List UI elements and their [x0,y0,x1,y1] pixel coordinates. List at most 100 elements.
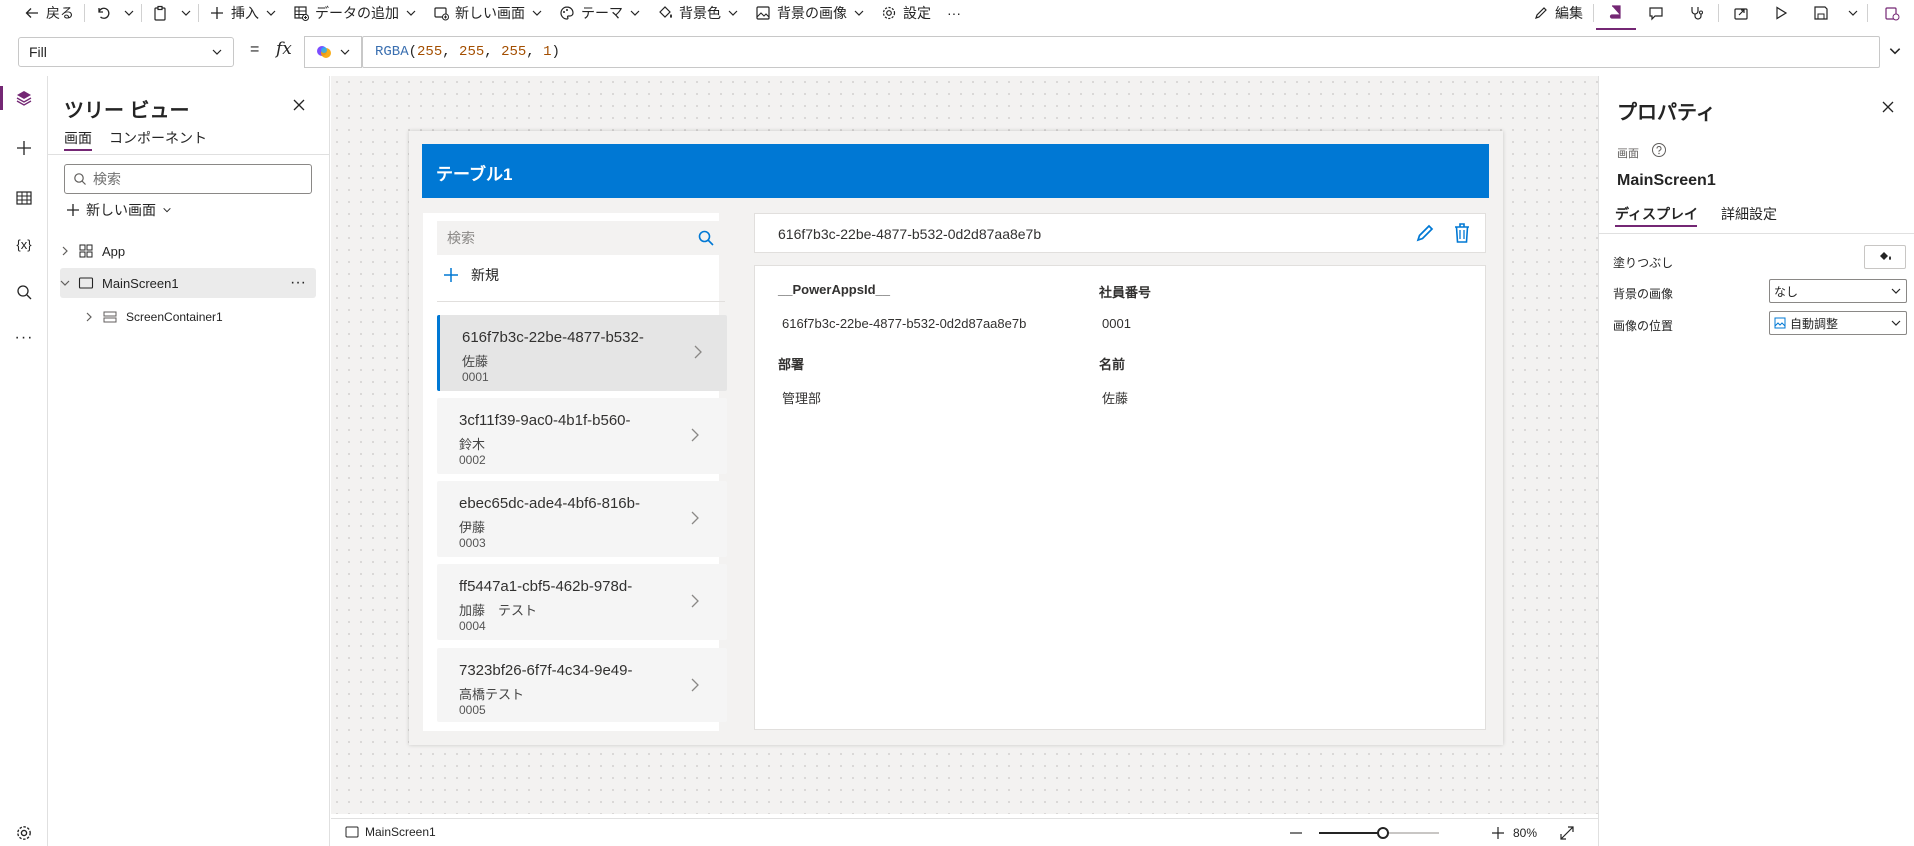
properties-panel: プロパティ 画面 MainScreen1 ディスプレイ 詳細設定 塗りつぶし 背… [1598,76,1914,846]
list-item-name: 高橋テスト [459,687,525,702]
search-icon[interactable] [12,280,36,304]
zoom-out-icon[interactable] [1289,826,1303,840]
zoom-slider-thumb[interactable] [1377,827,1389,839]
undo-button[interactable] [87,0,119,26]
fit-to-window-icon[interactable] [1559,825,1575,841]
field-value: 616f7b3c-22be-4877-b532-0d2d87aa8e7b [782,316,1027,331]
data-icon[interactable] [12,186,36,210]
health-button[interactable] [1676,0,1716,26]
new-screen-button[interactable]: 新しい画面 [425,0,551,26]
edit-button[interactable]: 編集 [1525,0,1591,26]
tree-item-label: MainScreen1 [102,275,179,291]
new-screen-link[interactable]: 新しい画面 [66,200,172,220]
more-button[interactable]: ··· [939,0,969,26]
paste-menu-button[interactable] [176,0,196,26]
insert-button[interactable]: 挿入 [201,0,285,26]
close-icon[interactable] [1881,100,1895,114]
play-icon [1773,5,1789,21]
tab-display[interactable]: ディスプレイ [1615,204,1698,224]
copilot-icon [315,43,333,61]
insert-icon[interactable] [12,136,36,160]
expand-formula-icon[interactable] [1888,44,1902,58]
command-bar: 戻る 挿入 データの追加 新しい画面 テーマ 背景色 背景の画像 設定 ··· … [0,0,1914,30]
tree-item-label: App [102,243,126,259]
settings-button[interactable]: 設定 [873,0,939,26]
new-record-button[interactable]: 新規 [443,265,499,285]
bg-image-button[interactable]: 背景の画像 [747,0,873,26]
chevron-right-icon [690,428,700,442]
property-dropdown[interactable]: Fill [18,37,234,67]
chevron-down-icon [265,7,277,19]
tab-components[interactable]: コンポーネント [109,128,207,148]
tree-item-container[interactable]: ScreenContainer1 [84,304,314,330]
trash-icon[interactable] [1453,222,1471,244]
back-button[interactable]: 戻る [0,0,82,26]
zoom-slider[interactable] [1319,827,1439,839]
divider [198,4,199,22]
field-value: 管理部 [782,391,822,406]
list-item[interactable]: 616f7b3c-22be-4877-b532- 佐藤 0001 [437,315,727,391]
paint-bucket-icon [657,5,673,21]
tree-view-icon[interactable] [12,86,36,110]
share-button[interactable] [1721,0,1761,26]
preview-button[interactable] [1761,0,1801,26]
copilot-button[interactable] [304,36,362,68]
more-label: ··· [947,5,961,21]
list-item[interactable]: 3cf11f39-9ac0-4b1f-b560- 鈴木 0002 [437,398,727,474]
tree-item-main-screen[interactable]: MainScreen1 ··· [60,268,316,298]
paint-bucket-icon [1878,250,1892,264]
tree-item-app[interactable]: App [60,238,316,264]
list-item[interactable]: 7323bf26-6f7f-4c34-9e49- 高橋テスト 0005 [437,648,727,722]
list-item[interactable]: ebec65dc-ade4-4bf6-816b- 伊藤 0003 [437,481,727,557]
ellipsis-icon[interactable]: ··· [290,274,306,292]
publish-button[interactable] [1870,0,1914,26]
property-value: Fill [29,44,47,60]
fx-icon: fx [276,39,292,59]
bg-image-dropdown[interactable]: なし [1769,279,1907,303]
chevron-down-icon [1890,317,1902,329]
list-item[interactable]: ff5447a1-cbf5-462b-978d- 加藤 テスト 0004 [437,564,727,640]
rail-active-indicator [0,86,3,110]
status-bar: MainScreen1 80% [331,818,1598,846]
comment-icon [1648,5,1664,21]
save-menu-button[interactable] [1841,0,1865,26]
close-icon[interactable] [292,98,306,112]
chevron-down-icon [123,7,135,19]
img-pos-dropdown[interactable]: 自動調整 [1769,311,1907,335]
field-label: 部署 [778,357,805,372]
more-icon[interactable]: ··· [12,326,36,350]
formula-input[interactable]: RGBA(255, 255, 255, 1) [362,36,1880,68]
list-item-id: 3cf11f39-9ac0-4b1f-b560- [459,412,631,429]
settings-gear-icon[interactable] [12,821,36,845]
add-data-label: データの追加 [315,5,399,21]
divider [1593,4,1594,22]
chevron-right-icon [690,594,700,608]
chevron-right-icon [690,678,700,692]
undo-menu-button[interactable] [119,0,139,26]
zoom-in-icon[interactable] [1491,826,1505,840]
tab-advanced[interactable]: 詳細設定 [1721,204,1777,224]
image-fit-icon [1774,317,1786,329]
save-button[interactable] [1801,0,1841,26]
bg-color-button[interactable]: 背景色 [649,0,747,26]
tab-screens[interactable]: 画面 [64,128,92,148]
edit-pencil-icon[interactable] [1415,223,1435,243]
status-screen[interactable]: MainScreen1 [345,825,436,839]
add-data-button[interactable]: データの追加 [285,0,425,26]
paste-button[interactable] [144,0,176,26]
formula-comma: , [526,44,544,60]
app-checker-button[interactable] [1596,0,1636,30]
list-item-name: 加藤 テスト [459,603,538,618]
tree-search-input[interactable]: 検索 [64,164,312,194]
comments-button[interactable] [1636,0,1676,26]
bg-color-label: 背景色 [679,5,721,21]
variables-icon[interactable]: {x} [12,232,36,256]
equals-sign: = [250,41,260,58]
theme-button[interactable]: テーマ [551,0,649,26]
fill-label: 塗りつぶし [1613,256,1674,270]
help-circle-icon[interactable] [1651,142,1667,158]
clipboard-icon [152,5,168,21]
list-search-input[interactable]: 検索 [437,221,725,255]
chevron-down-icon [162,205,172,215]
fill-color-picker[interactable] [1864,245,1906,269]
